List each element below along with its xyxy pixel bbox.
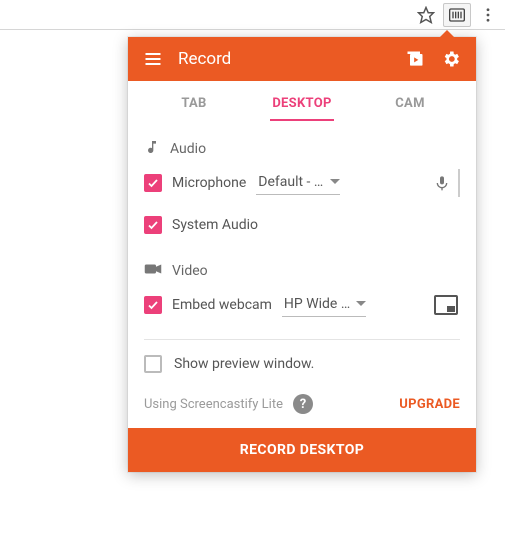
system-audio-checkbox[interactable] [144, 216, 162, 234]
settings-gear-icon[interactable] [440, 48, 462, 70]
bookmark-star-icon[interactable] [413, 2, 439, 28]
browser-menu-icon[interactable] [475, 2, 501, 28]
system-audio-row: System Audio [144, 207, 460, 243]
app-bar: Record [128, 37, 476, 81]
lite-text: Using Screencastify Lite [144, 397, 283, 412]
microphone-row: Microphone Default - … [144, 165, 460, 201]
recordings-library-icon[interactable] [404, 48, 426, 70]
video-section: Video Embed webcam HP Wide … [128, 251, 476, 331]
show-preview-checkbox[interactable] [144, 355, 162, 373]
webcam-device-select[interactable]: HP Wide … [282, 294, 366, 317]
help-icon[interactable]: ? [293, 394, 313, 414]
audio-header-label: Audio [170, 141, 206, 157]
microphone-checkbox[interactable] [144, 174, 162, 192]
webcam-device-value: HP Wide … [284, 296, 352, 312]
tab-desktop[interactable]: DESKTOP [248, 86, 356, 121]
popup-arrow [439, 30, 455, 38]
extension-popup: Record TAB DESKTOP CAM Audio Microphone … [128, 37, 476, 472]
chevron-down-icon [330, 179, 340, 184]
mic-level-icon[interactable] [432, 169, 460, 197]
video-camera-icon [144, 262, 162, 280]
upgrade-link[interactable]: UPGRADE [399, 397, 460, 412]
tab-bar: TAB DESKTOP CAM [128, 81, 476, 125]
audio-section: Audio Microphone Default - … System Audi… [128, 125, 476, 251]
embed-webcam-row: Embed webcam HP Wide … [144, 287, 460, 323]
microphone-device-select[interactable]: Default - … [256, 172, 340, 195]
record-desktop-button[interactable]: RECORD DESKTOP [128, 428, 476, 472]
microphone-device-value: Default - … [258, 174, 326, 190]
app-title: Record [178, 49, 231, 69]
footer-row: Using Screencastify Lite ? UPGRADE [128, 388, 476, 428]
tab-tab[interactable]: TAB [140, 86, 248, 121]
hamburger-menu-icon[interactable] [142, 48, 164, 70]
embed-webcam-checkbox[interactable] [144, 296, 162, 314]
embed-webcam-label: Embed webcam [172, 297, 272, 313]
extension-button[interactable] [443, 3, 471, 27]
tab-cam[interactable]: CAM [356, 86, 464, 121]
chevron-down-icon [356, 301, 366, 306]
show-preview-label: Show preview window. [174, 356, 314, 372]
system-audio-label: System Audio [172, 217, 258, 233]
microphone-label: Microphone [172, 175, 246, 191]
browser-toolbar [0, 0, 505, 30]
picture-in-picture-icon[interactable] [432, 291, 460, 319]
preview-row: Show preview window. [128, 340, 476, 388]
video-header-label: Video [172, 263, 208, 279]
audio-note-icon [144, 139, 160, 159]
